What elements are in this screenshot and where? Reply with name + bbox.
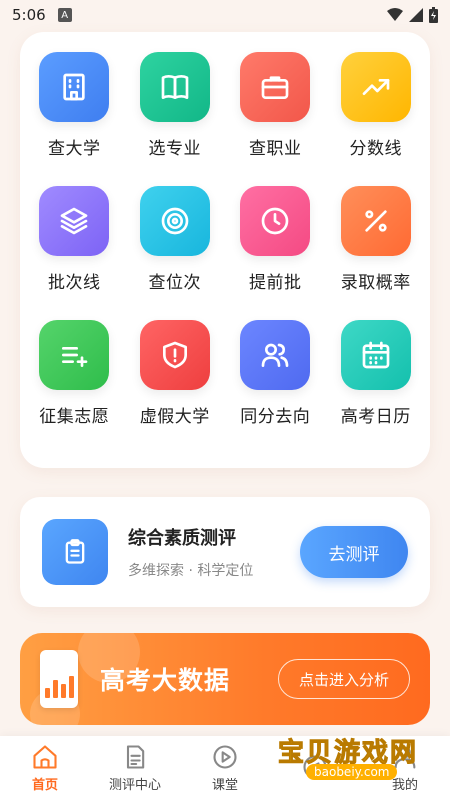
grid-item-label: 同分去向 <box>240 407 311 427</box>
grid-item[interactable]: 同分去向 <box>225 320 326 454</box>
status-time: 5:06 <box>12 6 46 24</box>
status-icons <box>387 7 438 23</box>
grid-item-label: 分数线 <box>349 139 402 159</box>
grid-item[interactable]: 查大学 <box>24 52 125 186</box>
nav-label: 我的 <box>391 778 418 793</box>
grid-item-label: 征集志愿 <box>39 407 110 427</box>
grid-item[interactable]: 查职业 <box>225 52 326 186</box>
nav-item[interactable]: 测评中心 <box>95 743 175 793</box>
battery-icon <box>429 7 438 23</box>
feature-grid: 查大学 选专业 查职业 分数线批次线 查位次 提前批 录取概率征集志愿 虚假大学 同分去向 高考日… <box>20 32 430 468</box>
grid-item-label: 查位次 <box>148 273 201 293</box>
clock-icon <box>240 186 311 256</box>
document-icon <box>126 745 145 769</box>
nav-label: 测评中心 <box>108 778 161 793</box>
grid-item[interactable]: 虚假大学 <box>125 320 226 454</box>
bottom-nav: 首页 测评中心 课堂 我的 <box>0 736 450 800</box>
grid-item-label: 提前批 <box>249 273 302 293</box>
bar-chart-icon <box>40 650 78 708</box>
grid-item-label: 虚假大学 <box>139 407 210 427</box>
grid-item[interactable]: 高考日历 <box>326 320 427 454</box>
eval-title: 综合素质测评 <box>128 528 236 549</box>
grid-item[interactable]: 提前批 <box>225 186 326 320</box>
nav-item[interactable] <box>275 753 355 784</box>
eval-card[interactable]: 综合素质测评 多维探索 · 科学定位 去测评 <box>20 497 430 607</box>
grid-item[interactable]: 录取概率 <box>326 186 427 320</box>
banner-title: 高考大数据 <box>100 666 231 695</box>
grid-item[interactable]: 分数线 <box>326 52 427 186</box>
go-eval-button[interactable]: 去测评 <box>300 526 408 578</box>
grid-item-label: 录取概率 <box>340 273 411 293</box>
clipboard-icon <box>42 519 108 585</box>
trend-up-icon <box>340 52 411 122</box>
grid-item-label: 查职业 <box>249 139 302 159</box>
grid-item[interactable]: 批次线 <box>24 186 125 320</box>
home-icon <box>33 745 57 769</box>
grid-item-label: 选专业 <box>148 139 201 159</box>
signal-icon <box>409 8 423 22</box>
eval-subtitle: 多维探索 · 科学定位 <box>128 563 254 579</box>
list-add-icon <box>39 320 110 390</box>
play-circle-icon <box>213 745 237 769</box>
grid-item-label: 批次线 <box>48 273 101 293</box>
briefcase-icon <box>240 52 311 122</box>
building-icon <box>39 52 110 122</box>
big-data-banner[interactable]: 高考大数据 点击进入分析 <box>20 633 430 725</box>
nav-label: 首页 <box>31 778 58 793</box>
nav-item[interactable]: 我的 <box>365 743 445 793</box>
status-bar: 5:06 A <box>0 0 450 30</box>
shield-alert-icon <box>139 320 210 390</box>
compass-icon <box>303 754 327 779</box>
nav-label: 课堂 <box>211 778 238 793</box>
grid-item[interactable]: 查位次 <box>125 186 226 320</box>
a-letter-icon: A <box>57 8 72 22</box>
layers-icon <box>39 186 110 256</box>
enter-analysis-button[interactable]: 点击进入分析 <box>278 659 410 699</box>
calendar-icon <box>340 320 411 390</box>
book-icon <box>139 52 210 122</box>
target-icon <box>139 186 210 256</box>
user-icon <box>394 746 416 769</box>
nav-item[interactable]: 课堂 <box>185 743 265 793</box>
grid-item[interactable]: 征集志愿 <box>24 320 125 454</box>
nav-item[interactable]: 首页 <box>5 743 85 793</box>
users-icon <box>240 320 311 390</box>
grid-item-label: 高考日历 <box>340 407 411 427</box>
wifi-icon <box>387 8 403 21</box>
grid-item[interactable]: 选专业 <box>125 52 226 186</box>
percent-icon <box>340 186 411 256</box>
grid-item-label: 查大学 <box>48 139 101 159</box>
